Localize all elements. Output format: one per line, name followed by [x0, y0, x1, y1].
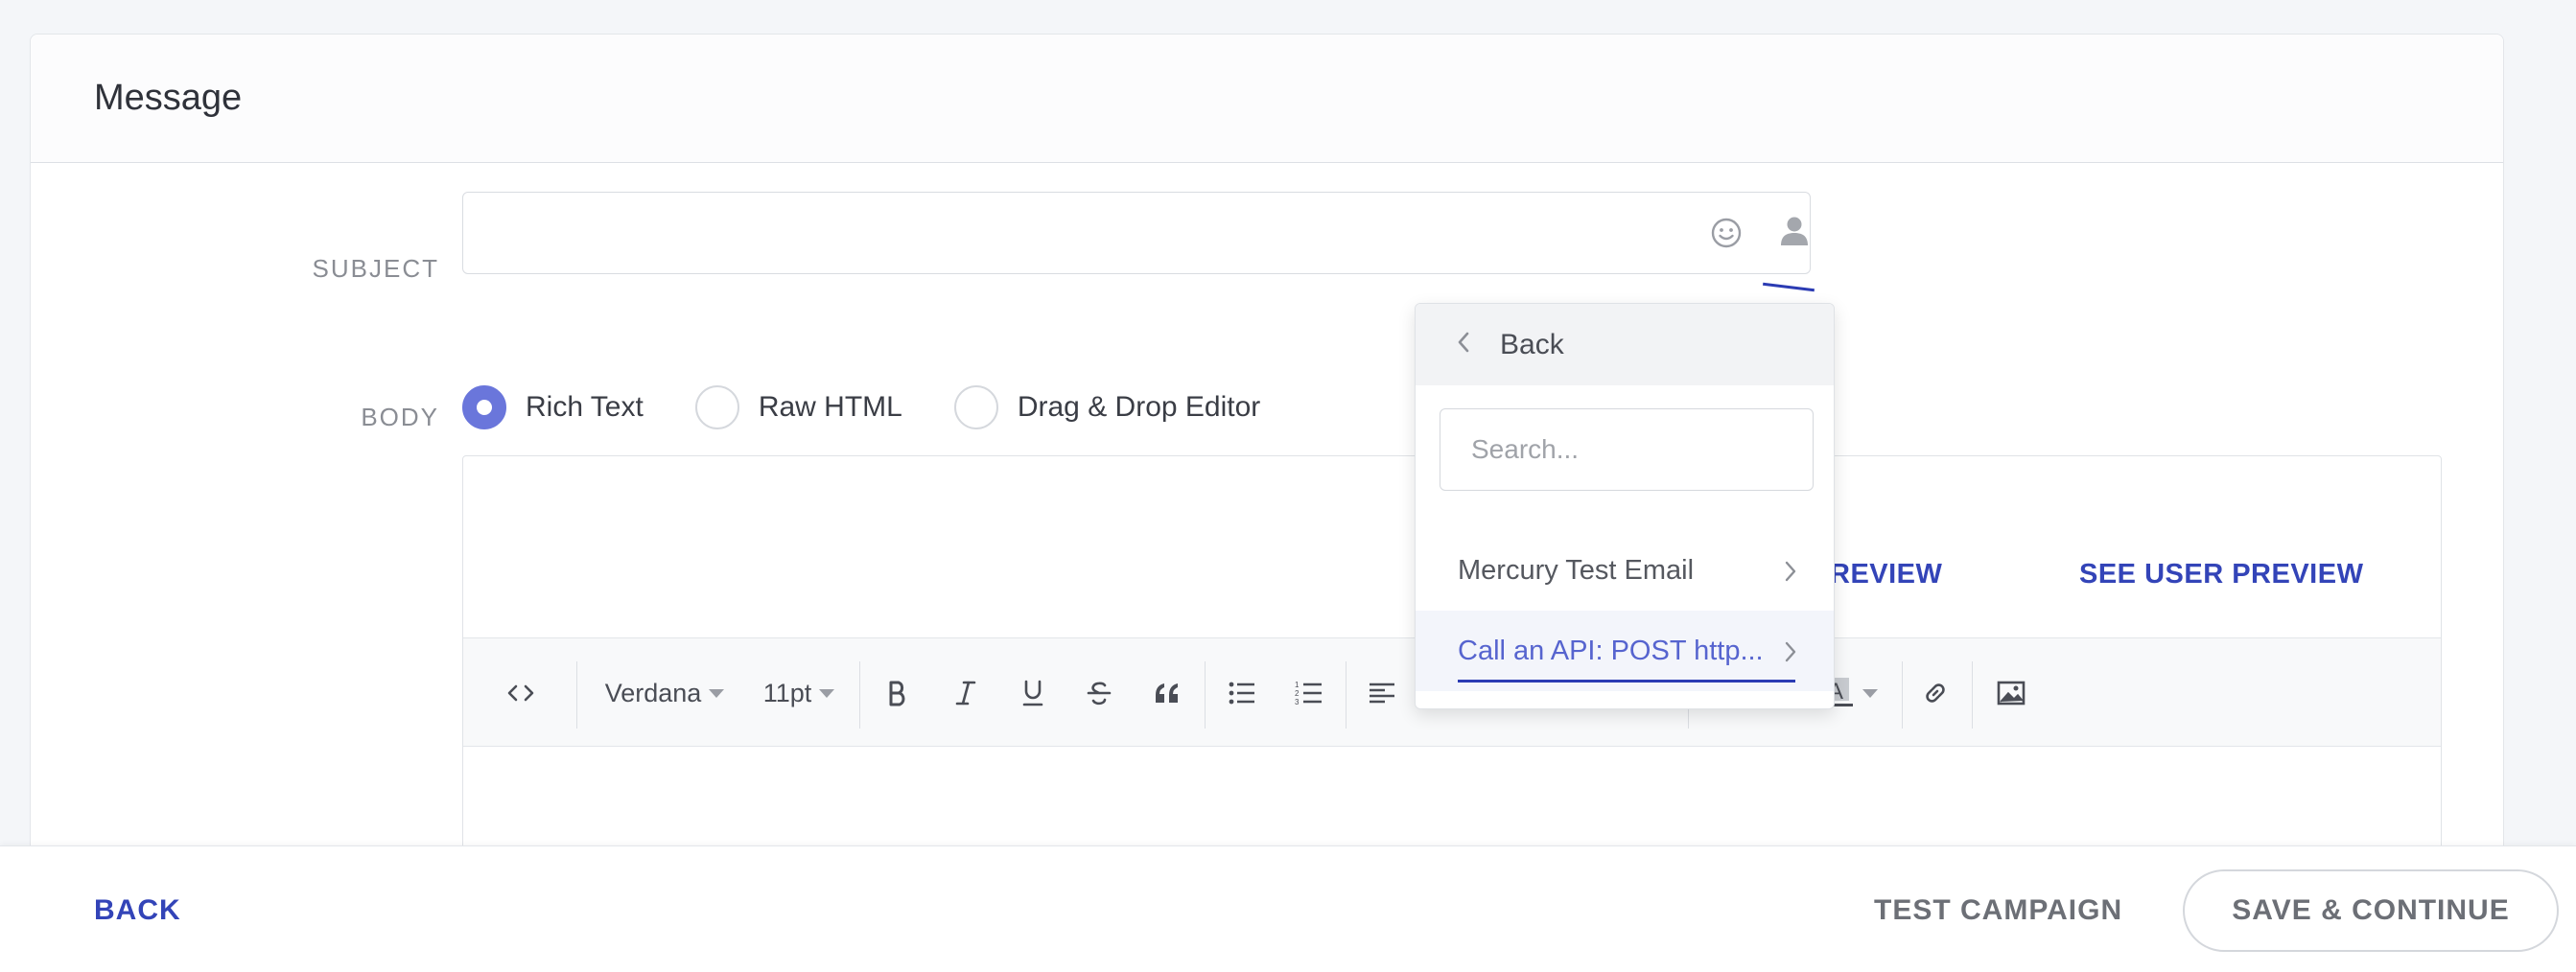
radio-label: Drag & Drop Editor	[1017, 391, 1261, 423]
code-icon[interactable]	[502, 638, 540, 748]
radio-raw-html[interactable]: Raw HTML	[694, 385, 902, 429]
radio-circle[interactable]	[953, 385, 998, 429]
dropdown-back-label: Back	[1500, 328, 1564, 360]
dropdown-back-button[interactable]: Back	[1416, 304, 1834, 385]
footer-bar: BACK TEST CAMPAIGN SAVE & CONTINUE	[0, 845, 2576, 972]
dropdown-item-label: Mercury Test Email	[1458, 554, 1695, 586]
chevron-left-icon	[1456, 331, 1471, 359]
body-label: BODY	[361, 403, 439, 431]
svg-text:2: 2	[1295, 689, 1300, 698]
font-size-value: 11pt	[762, 678, 812, 707]
dropdown-search-input[interactable]	[1440, 408, 1814, 491]
image-icon[interactable]	[1987, 638, 2035, 748]
chevron-down-icon	[709, 688, 725, 698]
chevron-right-icon	[1784, 639, 1797, 671]
underline-icon[interactable]	[1009, 638, 1057, 748]
blockquote-icon[interactable]	[1143, 638, 1191, 748]
dropdown-item-focus-underline	[1458, 680, 1795, 683]
font-size-select[interactable]: 11pt	[751, 638, 847, 748]
chevron-down-icon	[1862, 688, 1878, 698]
chevron-right-icon	[1784, 559, 1797, 590]
font-family-value: Verdana	[604, 678, 702, 707]
see-user-preview-link[interactable]: SEE USER PREVIEW	[2079, 559, 2363, 590]
toolbar-divider	[576, 661, 577, 729]
strikethrough-icon[interactable]	[1075, 638, 1123, 748]
svg-text:3: 3	[1295, 698, 1300, 706]
radio-circle[interactable]	[694, 385, 739, 429]
toolbar-divider	[1205, 661, 1206, 729]
card-header: Message	[31, 35, 2503, 163]
toolbar-divider	[859, 661, 860, 729]
test-campaign-button[interactable]: TEST CAMPAIGN	[1874, 894, 2122, 927]
dropdown-item-label: Call an API: POST http...	[1458, 635, 1764, 666]
align-left-icon[interactable]	[1358, 638, 1406, 748]
link-icon[interactable]	[1911, 638, 1959, 748]
dropdown-item-mercury-test-email[interactable]: Mercury Test Email	[1416, 530, 1834, 611]
toolbar-divider	[1902, 661, 1903, 729]
bold-icon[interactable]	[874, 638, 922, 748]
body-format-radio-group: Rich Text Raw HTML Drag & Drop Editor	[462, 379, 1312, 436]
personalization-dropdown: Back Mercury Test Email Call an API: POS…	[1415, 303, 1835, 709]
radio-rich-text[interactable]: Rich Text	[462, 385, 644, 429]
chevron-down-icon	[819, 688, 835, 698]
toolbar-divider	[1346, 661, 1347, 729]
svg-text:1: 1	[1295, 681, 1300, 689]
font-family-select[interactable]: Verdana	[597, 638, 732, 748]
save-continue-button[interactable]: SAVE & CONTINUE	[2183, 869, 2559, 952]
preview-link[interactable]: REVIEW	[1830, 559, 1942, 590]
back-button[interactable]: BACK	[94, 894, 181, 927]
toolbar-divider	[1972, 661, 1973, 729]
emoji-icon[interactable]	[1710, 217, 1743, 249]
italic-icon[interactable]	[942, 638, 990, 748]
radio-label: Rich Text	[526, 391, 644, 423]
subject-input[interactable]	[462, 192, 1811, 274]
radio-circle[interactable]	[462, 385, 506, 429]
card-title: Message	[94, 78, 243, 118]
subject-label: SUBJECT	[312, 254, 439, 283]
personalization-icon[interactable]	[1776, 213, 1813, 249]
bulleted-list-icon[interactable]	[1218, 638, 1266, 748]
numbered-list-icon[interactable]: 123	[1285, 638, 1333, 748]
radio-drag-drop-editor[interactable]: Drag & Drop Editor	[953, 385, 1261, 429]
radio-label: Raw HTML	[758, 391, 902, 423]
